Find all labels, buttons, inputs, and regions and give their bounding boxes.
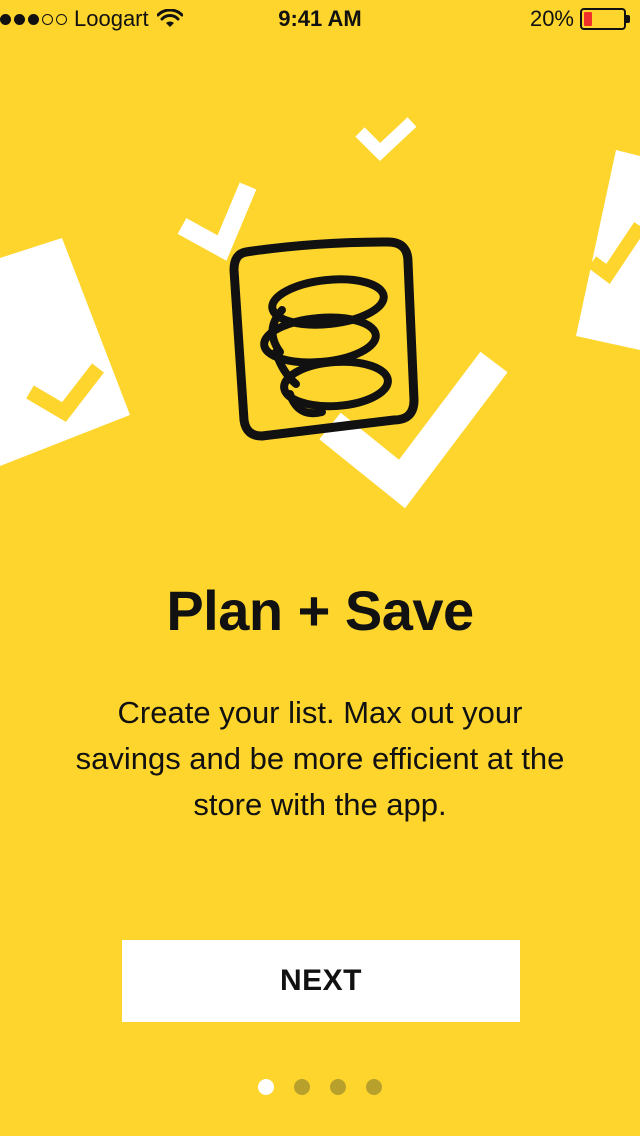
spiral-notepad-icon: [229, 237, 419, 441]
page-dot-4[interactable]: [366, 1079, 382, 1095]
page-dot-2[interactable]: [294, 1079, 310, 1095]
paper-sheet-icon: [0, 238, 130, 466]
onboarding-screen: Loogart 9:41 AM 20% Plan + Save Create y…: [0, 0, 640, 1136]
checkmark-icon: [177, 182, 257, 261]
page-title: Plan + Save: [166, 579, 474, 642]
page-dot-1[interactable]: [258, 1079, 274, 1095]
paper-sheet-icon: [576, 150, 640, 350]
page-dot-3[interactable]: [330, 1079, 346, 1095]
onboarding-illustration: [0, 117, 640, 509]
page-indicator: [0, 1079, 640, 1097]
next-button[interactable]: NEXT: [122, 940, 520, 1022]
checkmark-icon: [355, 117, 417, 162]
page-description: Create your list. Max out your savings a…: [75, 695, 565, 822]
